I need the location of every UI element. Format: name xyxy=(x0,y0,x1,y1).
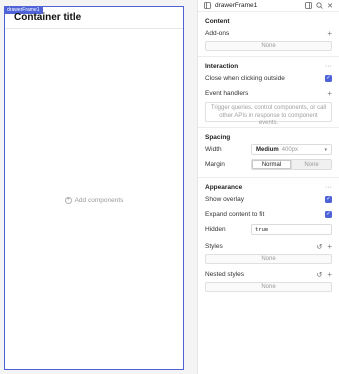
hidden-label: Hidden xyxy=(205,226,226,233)
nested-styles-value[interactable]: None xyxy=(205,282,332,292)
close-outside-label: Close when clicking outside xyxy=(205,75,285,82)
margin-row: Margin Normal None xyxy=(205,157,332,172)
inspector-panel: drawerFrame1 ✕ Content Add-ons + None In… xyxy=(197,0,339,374)
expand-label: Expand content to fit xyxy=(205,211,265,218)
width-row: Width Medium 400px ▾ xyxy=(205,142,332,157)
show-overlay-checkbox[interactable]: ✓ xyxy=(325,196,332,203)
event-handlers-placeholder[interactable]: Trigger queries, control components, or … xyxy=(205,102,332,126)
add-nested-style-icon[interactable]: + xyxy=(327,270,332,279)
styles-label: Styles xyxy=(205,243,223,250)
search-icon[interactable] xyxy=(315,2,323,10)
chevron-down-icon: ▾ xyxy=(324,146,327,153)
margin-option-none[interactable]: None xyxy=(292,160,331,169)
width-sub: 400px xyxy=(281,146,299,153)
expand-checkbox[interactable]: ✓ xyxy=(325,211,332,218)
canvas-area: drawerFrame1 Container title + Add compo… xyxy=(0,0,196,374)
event-handlers-row: Event handlers + xyxy=(205,86,332,101)
sidebar-toggle-icon[interactable] xyxy=(203,2,211,10)
section-title-appearance: Appearance xyxy=(205,183,243,191)
add-style-icon[interactable]: + xyxy=(327,242,332,251)
section-appearance: Appearance ··· Show overlay ✓ Expand con… xyxy=(198,178,339,297)
margin-label: Margin xyxy=(205,161,225,168)
section-title-spacing: Spacing xyxy=(205,133,231,141)
section-title-content: Content xyxy=(205,17,230,25)
close-outside-checkbox[interactable]: ✓ xyxy=(325,75,332,82)
addons-label: Add-ons xyxy=(205,30,230,37)
section-content: Content Add-ons + None xyxy=(198,12,339,57)
styles-value[interactable]: None xyxy=(205,254,332,264)
more-options-icon[interactable]: ··· xyxy=(325,184,332,191)
container-title[interactable]: Container title xyxy=(14,12,81,23)
addons-value[interactable]: None xyxy=(205,41,332,51)
section-spacing: Spacing Width Medium 400px ▾ Margin Norm… xyxy=(198,128,339,178)
plus-circle-icon: + xyxy=(64,197,72,204)
frame-divider xyxy=(5,28,183,29)
hidden-input[interactable]: true xyxy=(251,224,332,235)
nested-styles-label: Nested styles xyxy=(205,271,245,278)
styles-row: Styles ↺ + xyxy=(205,239,332,254)
width-value: Medium xyxy=(256,146,279,153)
reset-icon[interactable]: ↺ xyxy=(316,271,322,279)
add-event-handler-icon[interactable]: + xyxy=(327,89,332,98)
show-overlay-row: Show overlay ✓ xyxy=(205,192,332,207)
add-components-button[interactable]: + Add components xyxy=(5,197,183,204)
reset-icon[interactable]: ↺ xyxy=(316,243,322,251)
add-components-label: Add components xyxy=(74,197,124,204)
event-handlers-label: Event handlers xyxy=(205,90,249,97)
width-select[interactable]: Medium 400px ▾ xyxy=(251,144,332,155)
dock-icon[interactable] xyxy=(304,2,312,10)
panel-title[interactable]: drawerFrame1 xyxy=(215,2,304,9)
nested-styles-row: Nested styles ↺ + xyxy=(205,267,332,282)
drawer-frame[interactable]: drawerFrame1 Container title + Add compo… xyxy=(4,6,184,370)
width-label: Width xyxy=(205,146,222,153)
margin-segmented: Normal None xyxy=(251,159,332,170)
addons-row: Add-ons + xyxy=(205,26,332,41)
add-addon-icon[interactable]: + xyxy=(327,29,332,38)
more-options-icon[interactable]: ··· xyxy=(325,63,332,70)
close-icon[interactable]: ✕ xyxy=(326,2,334,10)
section-interaction: Interaction ··· Close when clicking outs… xyxy=(198,57,339,128)
margin-option-normal[interactable]: Normal xyxy=(252,160,292,169)
show-overlay-label: Show overlay xyxy=(205,196,245,203)
expand-row: Expand content to fit ✓ xyxy=(205,207,332,222)
close-outside-row: Close when clicking outside ✓ xyxy=(205,71,332,86)
panel-header: drawerFrame1 ✕ xyxy=(198,0,339,12)
hidden-row: Hidden true xyxy=(205,222,332,237)
section-title-interaction: Interaction xyxy=(205,62,239,70)
